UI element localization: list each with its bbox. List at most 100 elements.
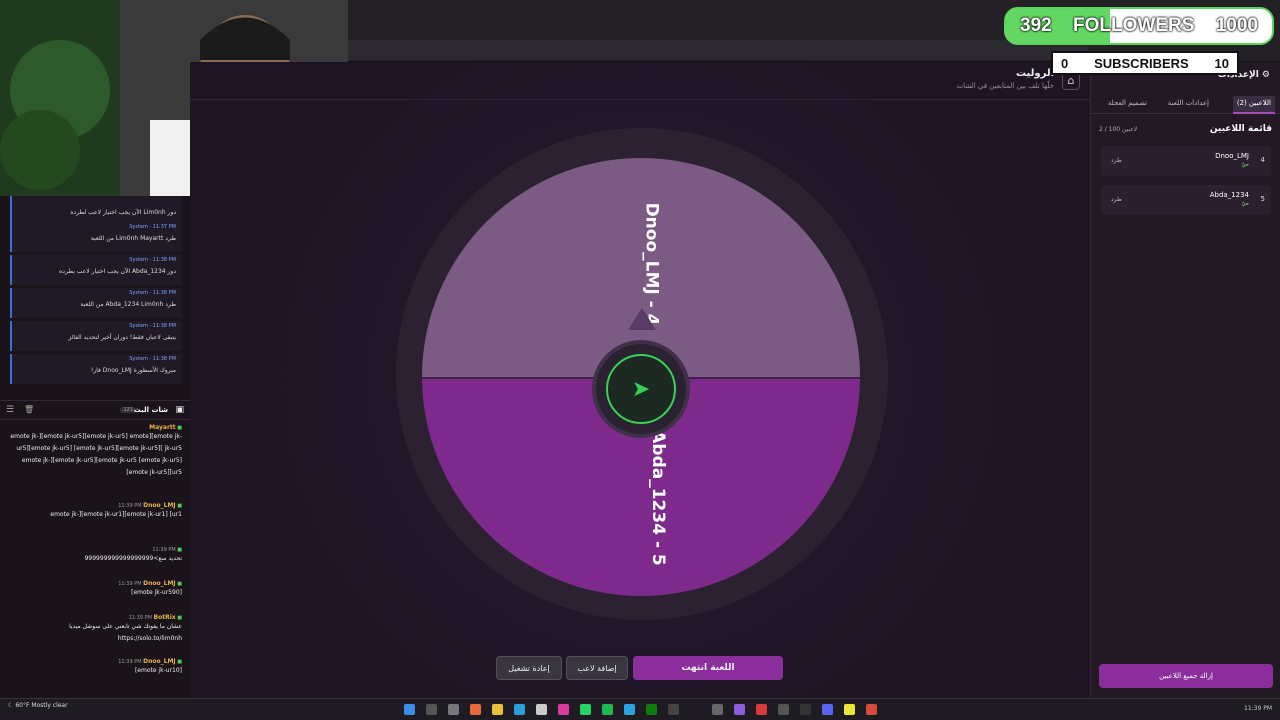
chat-username[interactable]: Mayartt	[149, 424, 176, 431]
app-icon[interactable]	[734, 704, 745, 715]
followers-goal-bar: 392 FOLLOWERS 1000	[1004, 7, 1274, 45]
system-message-meta: System · 11:37 PM	[129, 224, 176, 230]
folder-icon[interactable]	[492, 704, 503, 715]
chat-title: شات البث	[133, 406, 168, 414]
system-message-meta: System · 11:38 PM	[129, 290, 176, 296]
app-icon[interactable]	[778, 704, 789, 715]
system-message: System · 11:38 PM دور Abda_1234 الآن يجب…	[10, 255, 182, 285]
system-message-text: يتبقى لاعبان فقط! دوران أخير لتحديد الفا…	[68, 334, 176, 341]
chat-message-text: emote jk-][emote jk-ur5][emote jk-ur5] e…	[10, 433, 182, 476]
system-message-text: طرد Lim0nh Mayartt من اللعبة	[90, 235, 176, 242]
chat-message: 11:39 PM Dnoo_LMJ ■ [emote jk-ur10]	[6, 658, 182, 677]
chat-message-text: تحديد سع>999999999999999999	[84, 555, 182, 562]
wheel-pointer	[628, 308, 656, 330]
left-panel: دور Lim0nh الآن يجب اختيار لاعب لطرده Sy…	[0, 196, 190, 698]
player-name: Abda_1234	[1209, 191, 1249, 199]
tab-bar: اللاعبين (2) إعدادات اللعبة تصميم العجلة	[1091, 92, 1280, 114]
system-message: System · 11:38 PM طرد Abda_1234 Lim0nh م…	[10, 288, 182, 318]
game-over-button[interactable]: اللعبة انتهت	[633, 656, 783, 680]
chat-message-text: [emote jk-ur590]	[131, 589, 182, 596]
chat-username[interactable]: BotRix	[154, 614, 176, 621]
page-title: الروليت	[1015, 68, 1054, 79]
tab-wheel-design[interactable]: تصميم العجلة	[1104, 96, 1151, 114]
player-number: 5	[1260, 195, 1265, 203]
player-status: حيّ	[1241, 201, 1249, 207]
chat-header: ☰ 🗑 121 شات البث ▣	[0, 400, 190, 420]
remove-all-players-button[interactable]: إزالة جميع اللاعبين	[1099, 664, 1273, 688]
followers-label: FOLLOWERS	[1073, 15, 1195, 36]
xbox-icon[interactable]	[646, 704, 657, 715]
discord-icon[interactable]	[822, 704, 833, 715]
system-message-meta: System · 11:38 PM	[129, 323, 176, 329]
instagram-icon[interactable]	[558, 704, 569, 715]
system-message-text: دور Lim0nh الآن يجب اختيار لاعب لطرده	[70, 209, 176, 216]
chat-message-text: emote jk-][emote jk-ur1][emote jk-ur1] […	[50, 511, 182, 518]
app-icon[interactable]	[800, 704, 811, 715]
reset-button[interactable]: إعادة تشغيل	[496, 656, 562, 680]
app-icon[interactable]	[470, 704, 481, 715]
menu-icon[interactable]: ☰	[6, 405, 14, 415]
app-icon[interactable]	[756, 704, 767, 715]
taskview-icon[interactable]	[448, 704, 459, 715]
player-number: 4	[1260, 156, 1265, 164]
system-message: System · 11:38 PM يتبقى لاعبان فقط! دورا…	[10, 321, 182, 351]
add-player-button[interactable]: إضافة لاعب	[566, 656, 628, 680]
system-message-meta: System · 11:38 PM	[129, 356, 176, 362]
followers-current: 392	[1020, 15, 1052, 36]
player-list-title: قائمة اللاعبين	[1209, 124, 1272, 134]
kick-button[interactable]: طرد	[1111, 157, 1122, 164]
followers-goal: 1000	[1215, 15, 1258, 36]
player-row: 4 Dnoo_LMJ حيّ طرد	[1101, 146, 1271, 176]
segment-label: Abda_1234 - 5	[647, 430, 668, 566]
chat-message-text: عشان ما يفوتك شي تابعني على سوشل ميديا h…	[69, 623, 182, 642]
chrome-icon[interactable]	[844, 704, 855, 715]
chat-username[interactable]: Dnoo_LMJ	[143, 502, 176, 509]
player-row: 5 Abda_1234 حيّ طرد	[1101, 185, 1271, 215]
start-icon[interactable]	[404, 704, 415, 715]
system-message-text: طرد Abda_1234 Lim0nh من اللعبة	[80, 301, 176, 308]
app-icon[interactable]	[712, 704, 723, 715]
segment-label: Dnoo_LMJ - 4	[641, 202, 662, 326]
search-icon[interactable]	[426, 704, 437, 715]
spotify-icon[interactable]	[602, 704, 613, 715]
chat-message-text: [emote jk-ur10]	[134, 667, 182, 674]
clock[interactable]: 11:39 PM	[1244, 705, 1272, 712]
player-status: حيّ	[1241, 162, 1249, 168]
system-message-meta: System · 11:38 PM	[129, 257, 176, 263]
telegram-icon[interactable]	[624, 704, 635, 715]
app-icon[interactable]	[668, 704, 679, 715]
chat-username[interactable]: Dnoo_LMJ	[143, 580, 176, 587]
edge-icon[interactable]	[514, 704, 525, 715]
chat-message: 11:39 PM Dnoo_LMJ ■ emote jk-][emote jk-…	[6, 502, 182, 521]
wheel-hub[interactable]: ➤	[592, 340, 690, 438]
gear-icon[interactable]: ⚙	[1262, 70, 1270, 80]
chat-icon: ▣	[175, 405, 184, 415]
whatsapp-icon[interactable]	[580, 704, 591, 715]
roulette-wheel: Dnoo_LMJ - 4 Abda_1234 - 5 ➤	[396, 128, 888, 620]
trash-icon[interactable]: 🗑	[24, 405, 34, 414]
page-subtitle: خلّها تلف بين المتابعين في الشات	[956, 82, 1054, 90]
chat-message: 11:39 PM BotRix ■ عشان ما يفوتك شي تابعن…	[6, 614, 182, 645]
system-message-text: دور Abda_1234 الآن يجب اختيار لاعب بطرده	[59, 268, 176, 275]
game-header: ⌂ الروليت خلّها تلف بين المتابعين في الش…	[190, 62, 1090, 100]
system-message-text: مبروك الأسطورة Dnoo_LMJ فاز!	[90, 367, 176, 374]
weather-desc: Mostly clear	[31, 702, 68, 709]
chat-username[interactable]: Dnoo_LMJ	[143, 658, 176, 665]
tab-players[interactable]: اللاعبين (2)	[1232, 96, 1275, 114]
chat-message: 11:39 PM Dnoo_LMJ ■ [emote jk-ur590]	[6, 580, 182, 599]
app-icon[interactable]	[866, 704, 877, 715]
weather-widget[interactable]: ☾ 60°F Mostly clear	[8, 702, 68, 709]
weather-icon: ☾	[8, 702, 14, 709]
tab-game-settings[interactable]: إعدادات اللعبة	[1164, 96, 1213, 114]
player-name: Dnoo_LMJ	[1215, 152, 1249, 160]
system-message: System · 11:37 PM طرد Lim0nh Mayartt من …	[10, 222, 182, 252]
subscribers-goal-bar: 0 SUBSCRIBERS 10	[1051, 51, 1239, 75]
store-icon[interactable]	[536, 704, 547, 715]
kick-button[interactable]: طرد	[1111, 196, 1122, 203]
chat-message: Mayartt ■ emote jk-][emote jk-ur5][emote…	[6, 424, 182, 479]
taskbar: ☾ 60°F Mostly clear 11:39 PM	[0, 698, 1280, 720]
logo-icon: ➤	[606, 354, 676, 424]
player-count: 2 / 100 لاعبين	[1099, 126, 1138, 133]
address-bar[interactable]	[348, 40, 1088, 60]
system-message: System · 11:38 PM مبروك الأسطورة Dnoo_LM…	[10, 354, 182, 384]
